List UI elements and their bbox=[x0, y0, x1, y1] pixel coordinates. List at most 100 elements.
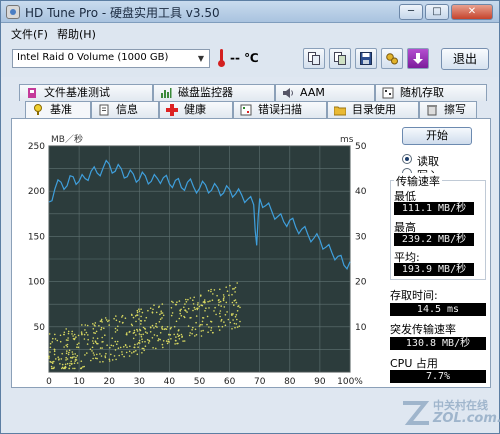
maximize-button[interactable]: □ bbox=[425, 4, 449, 20]
copy-info-button[interactable] bbox=[303, 48, 325, 69]
x-tick-label: 20 bbox=[103, 377, 115, 387]
access-time-point bbox=[85, 331, 88, 334]
access-time-point bbox=[65, 328, 67, 330]
access-time-point bbox=[210, 288, 212, 291]
tab-aam[interactable]: AAM bbox=[275, 84, 375, 101]
access-time-point bbox=[128, 350, 131, 353]
access-time-point bbox=[229, 321, 232, 324]
access-time-point bbox=[198, 305, 201, 308]
access-time-point bbox=[203, 299, 206, 301]
access-time-point bbox=[101, 336, 103, 339]
access-time-point bbox=[75, 356, 77, 359]
access-time-point bbox=[65, 352, 68, 355]
access-time-point bbox=[80, 367, 82, 370]
copy-screenshot-button[interactable] bbox=[329, 48, 351, 69]
access-time-point bbox=[151, 337, 154, 339]
tab-benchmark[interactable]: 基准 bbox=[25, 101, 91, 119]
access-time-point bbox=[139, 329, 142, 332]
tab-file-benchmark[interactable]: 文件基准测试 bbox=[19, 84, 153, 101]
access-time-point bbox=[178, 334, 181, 337]
minimize-button[interactable]: ─ bbox=[399, 4, 423, 20]
access-time-point bbox=[179, 312, 181, 315]
access-time-point bbox=[231, 293, 233, 296]
access-time-point bbox=[141, 311, 144, 314]
access-time-point bbox=[108, 358, 111, 361]
tab-erase[interactable]: 擦写 bbox=[419, 101, 477, 118]
access-time-point bbox=[161, 317, 163, 319]
access-time-point bbox=[67, 330, 70, 333]
access-time-point bbox=[63, 331, 66, 334]
access-time-point bbox=[183, 340, 186, 342]
access-time-point bbox=[185, 310, 187, 312]
access-time-point bbox=[151, 324, 154, 327]
save-button[interactable] bbox=[355, 48, 377, 69]
access-time-point bbox=[68, 349, 71, 352]
tab-label: 文件基准测试 bbox=[44, 86, 110, 99]
chevron-down-icon[interactable]: ▼ bbox=[195, 52, 207, 65]
access-time-point bbox=[67, 339, 69, 341]
tab-health[interactable]: 健康 bbox=[159, 101, 233, 118]
tab-disk-monitor[interactable]: 磁盘监控器 bbox=[153, 84, 275, 101]
access-time-point bbox=[237, 305, 240, 307]
access-time-point bbox=[206, 323, 208, 326]
access-time-point bbox=[161, 327, 163, 329]
access-time-point bbox=[117, 325, 119, 328]
access-time-point bbox=[54, 333, 56, 336]
access-time-point bbox=[75, 336, 77, 338]
access-time-point bbox=[194, 335, 196, 337]
x-tick-label: 80 bbox=[284, 377, 296, 387]
download-button[interactable] bbox=[407, 48, 429, 69]
access-time-point bbox=[159, 318, 162, 320]
access-time-point bbox=[58, 359, 60, 361]
benchmark-chart: MB／秒 ms2502001501005050403020100 10 20 30 40 5… bbox=[28, 133, 367, 387]
access-time-point bbox=[176, 342, 178, 345]
drive-select[interactable]: Intel Raid 0 Volume (1000 GB) ▼ bbox=[12, 49, 210, 68]
x-tick-label: 70 bbox=[254, 377, 266, 387]
start-button[interactable]: 开始 bbox=[402, 127, 472, 145]
access-time-point bbox=[126, 332, 128, 334]
title-bar[interactable]: HD Tune Pro - 硬盘实用工具 v3.50 ─ □ ✕ bbox=[1, 1, 499, 23]
close-button[interactable]: ✕ bbox=[451, 4, 493, 20]
access-time-point bbox=[193, 306, 196, 309]
access-time-point bbox=[223, 321, 225, 323]
tab-error-scan[interactable]: 错误扫描 bbox=[233, 101, 327, 118]
tab-random-access[interactable]: 随机存取 bbox=[375, 84, 487, 101]
access-time-point bbox=[121, 322, 124, 324]
access-time-point bbox=[192, 326, 194, 329]
menu-file[interactable]: 文件(F) bbox=[11, 26, 48, 42]
access-time-point bbox=[210, 290, 212, 293]
exit-button[interactable]: 退出 bbox=[441, 48, 489, 70]
access-time-point bbox=[210, 329, 212, 332]
access-time-point bbox=[128, 355, 131, 357]
access-time-point bbox=[71, 357, 73, 359]
tab-label: AAM bbox=[300, 86, 325, 99]
x-tick-label: 0 bbox=[46, 377, 52, 387]
access-time-point bbox=[100, 326, 103, 329]
access-time-point bbox=[100, 318, 103, 321]
access-time-point bbox=[152, 347, 154, 349]
access-time-point bbox=[86, 324, 89, 327]
tab-info[interactable]: 信息 bbox=[91, 101, 159, 118]
window-title: HD Tune Pro - 硬盘实用工具 v3.50 bbox=[25, 6, 220, 20]
access-time-point bbox=[73, 338, 76, 341]
access-time-point bbox=[84, 329, 86, 331]
access-time-point bbox=[234, 291, 236, 293]
access-time-point bbox=[141, 352, 143, 354]
access-time-point bbox=[225, 301, 228, 304]
access-time-point bbox=[235, 301, 238, 304]
x-tick-label: 60 bbox=[224, 377, 236, 387]
access-time-point bbox=[96, 357, 98, 360]
access-time-point bbox=[116, 329, 119, 331]
tab-label: 错误扫描 bbox=[258, 103, 302, 116]
access-time-point bbox=[132, 332, 135, 334]
read-radio[interactable]: 读取 bbox=[402, 153, 482, 168]
access-time-point bbox=[149, 326, 152, 329]
menu-help[interactable]: 帮助(H) bbox=[57, 26, 96, 42]
options-button[interactable] bbox=[381, 48, 403, 69]
min-value: 111.1 MB/秒 bbox=[394, 202, 474, 215]
access-time-point bbox=[100, 320, 103, 322]
access-time-point bbox=[199, 324, 202, 326]
access-time-point bbox=[92, 323, 94, 325]
max-value: 239.2 MB/秒 bbox=[394, 233, 474, 246]
tab-folder-usage[interactable]: 目录使用 bbox=[327, 101, 419, 118]
